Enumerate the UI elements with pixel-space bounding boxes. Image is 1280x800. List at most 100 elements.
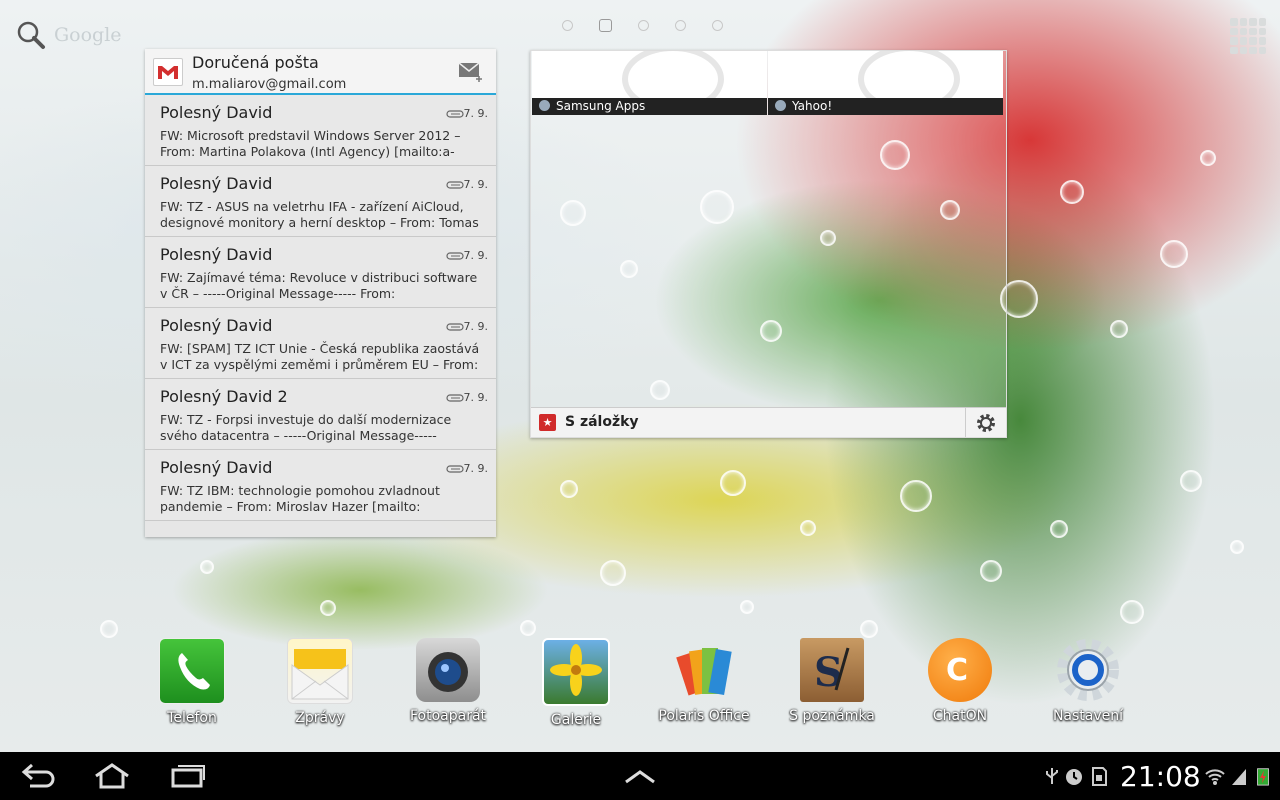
sd-card-icon — [1092, 767, 1107, 786]
message-snippet: FW: [SPAM] TZ ICT Unie - Česká republika… — [160, 341, 480, 372]
message-date: 7. 9. — [463, 178, 489, 191]
message-row[interactable]: Polesný David 7. 9. FW: TZ - ASUS na vel… — [145, 166, 496, 237]
bubble-decoration — [100, 620, 118, 638]
bubble-decoration — [1050, 520, 1068, 538]
attachment-icon — [446, 252, 464, 260]
page-dot[interactable] — [675, 20, 686, 31]
app-label: Zprávy — [295, 710, 345, 726]
gallery-icon — [542, 638, 610, 706]
app-label: Telefon — [167, 710, 217, 726]
dock-app-chaton[interactable]: C ChatON — [910, 638, 1010, 724]
message-snippet: FW: TZ - Forpsi investuje do další moder… — [160, 412, 452, 443]
message-row[interactable]: Polesný David 7. 9. FW: Zajímavé téma: R… — [145, 237, 496, 308]
dock-app-galerie[interactable]: Galerie — [526, 638, 626, 728]
globe-icon — [539, 100, 550, 111]
polaris-office-icon — [672, 638, 736, 702]
bookmarks-settings-button[interactable] — [965, 408, 1006, 437]
settings-icon — [1056, 638, 1120, 702]
google-search-widget[interactable]: Google — [16, 20, 122, 50]
bookmark-caption: Yahoo! — [768, 98, 1003, 115]
app-label: Fotoaparát — [409, 708, 487, 724]
wifi-icon — [1205, 769, 1225, 785]
bubble-decoration — [1060, 180, 1084, 204]
phone-icon — [159, 638, 225, 704]
bubble-decoration — [1180, 470, 1202, 492]
battery-charging-icon — [1257, 768, 1269, 786]
message-row[interactable]: Polesný David 2 7. 9. FW: TZ - Forpsi in… — [145, 379, 496, 450]
dock-app-zpravy[interactable]: Zprávy — [270, 638, 370, 726]
star-icon: ★ — [539, 414, 556, 431]
compose-icon[interactable] — [457, 58, 483, 84]
home-button[interactable] — [92, 762, 132, 790]
search-label: Google — [54, 24, 122, 46]
bubble-decoration — [740, 600, 754, 614]
message-date: 7. 9. — [463, 320, 489, 333]
dock-app-telefon[interactable]: Telefon — [142, 638, 242, 726]
dock-app-nastaveni[interactable]: Nastavení — [1038, 638, 1138, 724]
message-sender: Polesný David — [160, 458, 273, 477]
page-dot-active[interactable] — [599, 19, 612, 32]
message-date: 7. 9. — [463, 462, 489, 475]
message-snippet: FW: TZ - ASUS na veletrhu IFA - zařízení… — [160, 199, 479, 230]
attachment-icon — [446, 110, 464, 118]
camera-icon — [416, 638, 480, 702]
recent-apps-button[interactable] — [170, 762, 206, 790]
page-dot[interactable] — [638, 20, 649, 31]
bookmark-label: Samsung Apps — [556, 99, 646, 113]
bookmarks-footer: ★ S záložky — [531, 407, 1006, 437]
alarm-icon — [1066, 769, 1082, 785]
app-label: Galerie — [550, 712, 602, 728]
gmail-widget: Doručená pošta m.maliarov@gmail.com Pole… — [145, 49, 496, 537]
gmail-widget-header[interactable]: Doručená pošta m.maliarov@gmail.com — [145, 49, 496, 95]
attachment-icon — [446, 394, 464, 402]
search-icon — [17, 21, 45, 49]
message-row[interactable]: Polesný David 7. 9. FW: TZ IBM: technolo… — [145, 450, 496, 521]
page-dot[interactable] — [712, 20, 723, 31]
bookmark-caption: Samsung Apps — [532, 98, 767, 115]
gmail-icon — [153, 58, 183, 86]
attachment-icon — [446, 181, 464, 189]
attachment-icon — [446, 465, 464, 473]
message-sender: Polesný David — [160, 103, 273, 122]
bubble-decoration — [900, 480, 932, 512]
message-row[interactable]: Polesný David 7. 9. FW: Microsoft predst… — [145, 95, 496, 166]
app-label: S poznámka — [789, 708, 875, 724]
app-label: Nastavení — [1052, 708, 1124, 724]
app-label: Polaris Office — [658, 708, 750, 724]
back-button[interactable] — [20, 762, 56, 790]
bubble-decoration — [200, 560, 214, 574]
bookmark-label: Yahoo! — [792, 99, 833, 113]
page-dot[interactable] — [562, 20, 573, 31]
s-note-icon: S — [800, 638, 864, 702]
bookmarks-label[interactable]: S záložky — [565, 414, 639, 430]
message-date: 7. 9. — [463, 249, 489, 262]
apps-grid-icon[interactable] — [1230, 18, 1266, 54]
message-row[interactable]: Polesný David 7. 9. FW: [SPAM] TZ ICT Un… — [145, 308, 496, 379]
dock-app-fotoaparat[interactable]: Fotoaparát — [398, 638, 498, 724]
dock-app-s-poznamka[interactable]: S S poznámka — [782, 638, 882, 724]
bubble-decoration — [1230, 540, 1244, 554]
message-snippet: FW: Zajímavé téma: Revoluce v distribuci… — [160, 270, 478, 301]
page-indicator — [562, 19, 723, 32]
bookmark-thumbnail[interactable]: Samsung Apps — [532, 51, 767, 115]
clock: 21:08 — [1120, 760, 1201, 793]
gear-icon — [977, 413, 995, 432]
signal-icon — [1232, 769, 1246, 785]
message-sender: Polesný David — [160, 316, 273, 335]
message-sender: Polesný David 2 — [160, 387, 288, 406]
message-date: 7. 9. — [463, 391, 489, 404]
bubble-decoration — [980, 560, 1002, 582]
bubble-decoration — [1160, 240, 1188, 268]
mailbox-title: Doručená pošta — [192, 53, 319, 72]
message-snippet: FW: TZ IBM: technologie pomohou zvladnou… — [160, 483, 440, 514]
chevron-up-icon[interactable] — [622, 762, 658, 790]
bubble-decoration — [520, 620, 536, 636]
bookmark-thumbnail[interactable]: Yahoo! — [768, 51, 1003, 115]
usb-icon — [1046, 768, 1058, 784]
mail-account: m.maliarov@gmail.com — [192, 77, 347, 92]
bubble-decoration — [800, 520, 816, 536]
bookmarks-widget: Samsung Apps Yahoo! ★ S záložky — [530, 50, 1007, 438]
dock-app-polaris-office[interactable]: Polaris Office — [654, 638, 754, 724]
message-sender: Polesný David — [160, 245, 273, 264]
bubble-decoration — [320, 600, 336, 616]
